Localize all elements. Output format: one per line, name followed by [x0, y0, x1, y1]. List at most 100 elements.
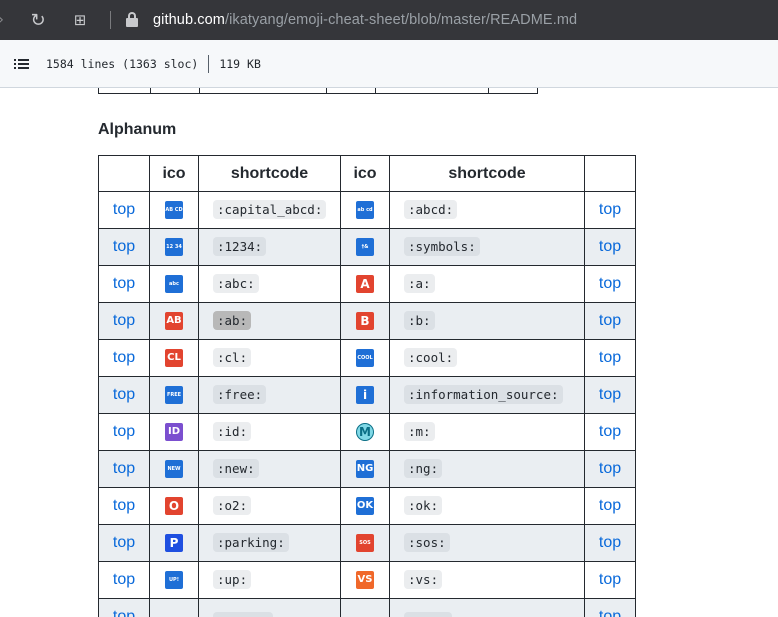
toolbar-divider	[110, 11, 111, 29]
top-link[interactable]: top	[113, 534, 135, 551]
shortcode-cell: :parking:	[198, 524, 341, 562]
top-link[interactable]: top	[113, 608, 135, 617]
top-link-cell: top	[584, 228, 636, 266]
shortcode-text[interactable]: :capital_abcd:	[213, 200, 327, 219]
cool-button-icon: COOL	[356, 348, 374, 367]
top-link-cell: top	[98, 376, 150, 414]
top-link[interactable]: top	[113, 571, 135, 588]
shortcode-text[interactable]: :cl:	[213, 348, 252, 367]
shortcode-text[interactable]: :free:	[213, 385, 267, 404]
emoji-icon-cell: NEW	[149, 450, 199, 488]
shortcode-text[interactable]: :information_source:	[404, 385, 563, 404]
table-row: top UP!:up: VS:vs: top	[98, 561, 636, 599]
top-link[interactable]: top	[113, 312, 135, 329]
shortcode-cell: :b:	[389, 302, 585, 340]
top-link[interactable]: top	[599, 201, 621, 218]
shortcode-text[interactable]: :1234:	[213, 237, 267, 256]
file-info-divider	[208, 54, 210, 73]
shortcode-text[interactable]: :new:	[213, 459, 259, 478]
emoji-icon-cell: ID	[149, 413, 199, 451]
top-link[interactable]: top	[113, 275, 135, 292]
emoji-icon-cell: †& @%	[340, 228, 390, 266]
shortcode-text[interactable]: :vs:	[404, 570, 443, 589]
table-row: top P:parking: SOS:sos: top	[98, 524, 636, 562]
shortcode-text[interactable]: :abcd:	[404, 200, 458, 219]
top-link[interactable]: top	[599, 571, 621, 588]
top-link[interactable]: top	[599, 349, 621, 366]
shortcode-text[interactable]: :a:	[404, 274, 435, 293]
shortcode-text[interactable]: :sos:	[404, 533, 450, 552]
top-link[interactable]: top	[113, 460, 135, 477]
column-header	[584, 155, 636, 192]
top-link[interactable]: top	[599, 275, 621, 292]
top-link[interactable]: top	[599, 608, 621, 617]
table-header-row: ico shortcode ico shortcode	[98, 155, 636, 192]
top-link[interactable]: top	[113, 201, 135, 218]
table-row: top AB CD:capital_abcd: ab cd:abcd: top	[98, 191, 636, 229]
readme-content: Alphanum ico shortcode ico shortcode top…	[0, 88, 778, 617]
top-link[interactable]: top	[113, 386, 135, 403]
file-size: 119 KB	[219, 56, 261, 71]
shortcode-cell: :abc:	[198, 265, 341, 303]
top-link[interactable]: top	[113, 349, 135, 366]
table-row: top CL :cl: COOL :cool: top	[98, 339, 636, 377]
shortcode-text[interactable]: :abc:	[213, 274, 259, 293]
shortcode-cell: :1234:	[198, 228, 341, 266]
top-link[interactable]: top	[113, 497, 135, 514]
abc-icon: abc	[165, 274, 183, 293]
shortcode-cell: :a:	[389, 265, 585, 303]
top-link-cell: top	[98, 302, 150, 340]
shortcode-text[interactable]: :id:	[213, 422, 252, 441]
lock-icon[interactable]	[125, 12, 139, 28]
outline-list-icon[interactable]	[14, 58, 30, 70]
emoji-icon-cell	[340, 598, 390, 617]
ab-button-icon: AB	[165, 311, 183, 330]
top-link[interactable]: top	[599, 312, 621, 329]
shortcode-text[interactable]: :parking:	[213, 533, 289, 552]
shortcode-cell: :ng:	[389, 450, 585, 488]
b-button-icon: B	[356, 311, 374, 330]
shortcode-cell: :information_source:	[389, 376, 585, 414]
emoji-icon-cell	[149, 598, 199, 617]
top-link[interactable]: top	[599, 534, 621, 551]
shortcode-text[interactable]: :o2:	[213, 496, 252, 515]
shortcode-text[interactable]: :ab:	[213, 311, 252, 330]
emoji-icon-cell: M	[340, 413, 390, 451]
apps-grid-icon[interactable]: ⊞	[70, 11, 90, 29]
top-link[interactable]: top	[113, 238, 135, 255]
circled-m-icon: M	[356, 422, 374, 441]
shortcode-text[interactable]: :cool:	[404, 348, 458, 367]
top-link-cell: top	[584, 450, 636, 488]
column-header: shortcode	[198, 155, 341, 192]
shortcode-cell: :sos:	[389, 524, 585, 562]
shortcode-text[interactable]: :b:	[404, 311, 435, 330]
shortcode-text[interactable]: :ng:	[404, 459, 443, 478]
emoji-icon-cell: VS	[340, 561, 390, 599]
shortcode-cell: :cool:	[389, 339, 585, 377]
shortcode-cell: :cl:	[198, 339, 341, 377]
shortcode-text[interactable]: :m:	[404, 422, 435, 441]
url-path: /ikatyang/emoji-cheat-sheet/blob/master/…	[224, 12, 578, 28]
top-link-cell: top	[98, 487, 150, 525]
top-link[interactable]: top	[599, 497, 621, 514]
reload-icon[interactable]: ↻	[28, 10, 48, 31]
shortcode-text[interactable]	[213, 612, 273, 617]
emoji-icon-cell: O	[149, 487, 199, 525]
top-link-cell: top	[98, 561, 150, 599]
shortcode-text[interactable]: :symbols:	[404, 237, 480, 256]
top-link-cell: top	[98, 265, 150, 303]
previous-table-edge	[98, 88, 538, 94]
shortcode-text[interactable]: :ok:	[404, 496, 443, 515]
address-bar[interactable]: github.com/ikatyang/emoji-cheat-sheet/bl…	[153, 12, 577, 28]
top-link[interactable]: top	[599, 386, 621, 403]
top-link[interactable]: top	[599, 460, 621, 477]
shortcode-text[interactable]	[404, 612, 452, 617]
back-arrow-icon[interactable]: ›	[0, 12, 6, 28]
top-link[interactable]: top	[113, 423, 135, 440]
top-link[interactable]: top	[599, 238, 621, 255]
top-link[interactable]: top	[599, 423, 621, 440]
emoji-icon-cell: ab cd	[340, 191, 390, 229]
shortcode-text[interactable]: :up:	[213, 570, 252, 589]
top-link-cell: top	[98, 228, 150, 266]
cl-button-icon: CL	[165, 348, 183, 367]
